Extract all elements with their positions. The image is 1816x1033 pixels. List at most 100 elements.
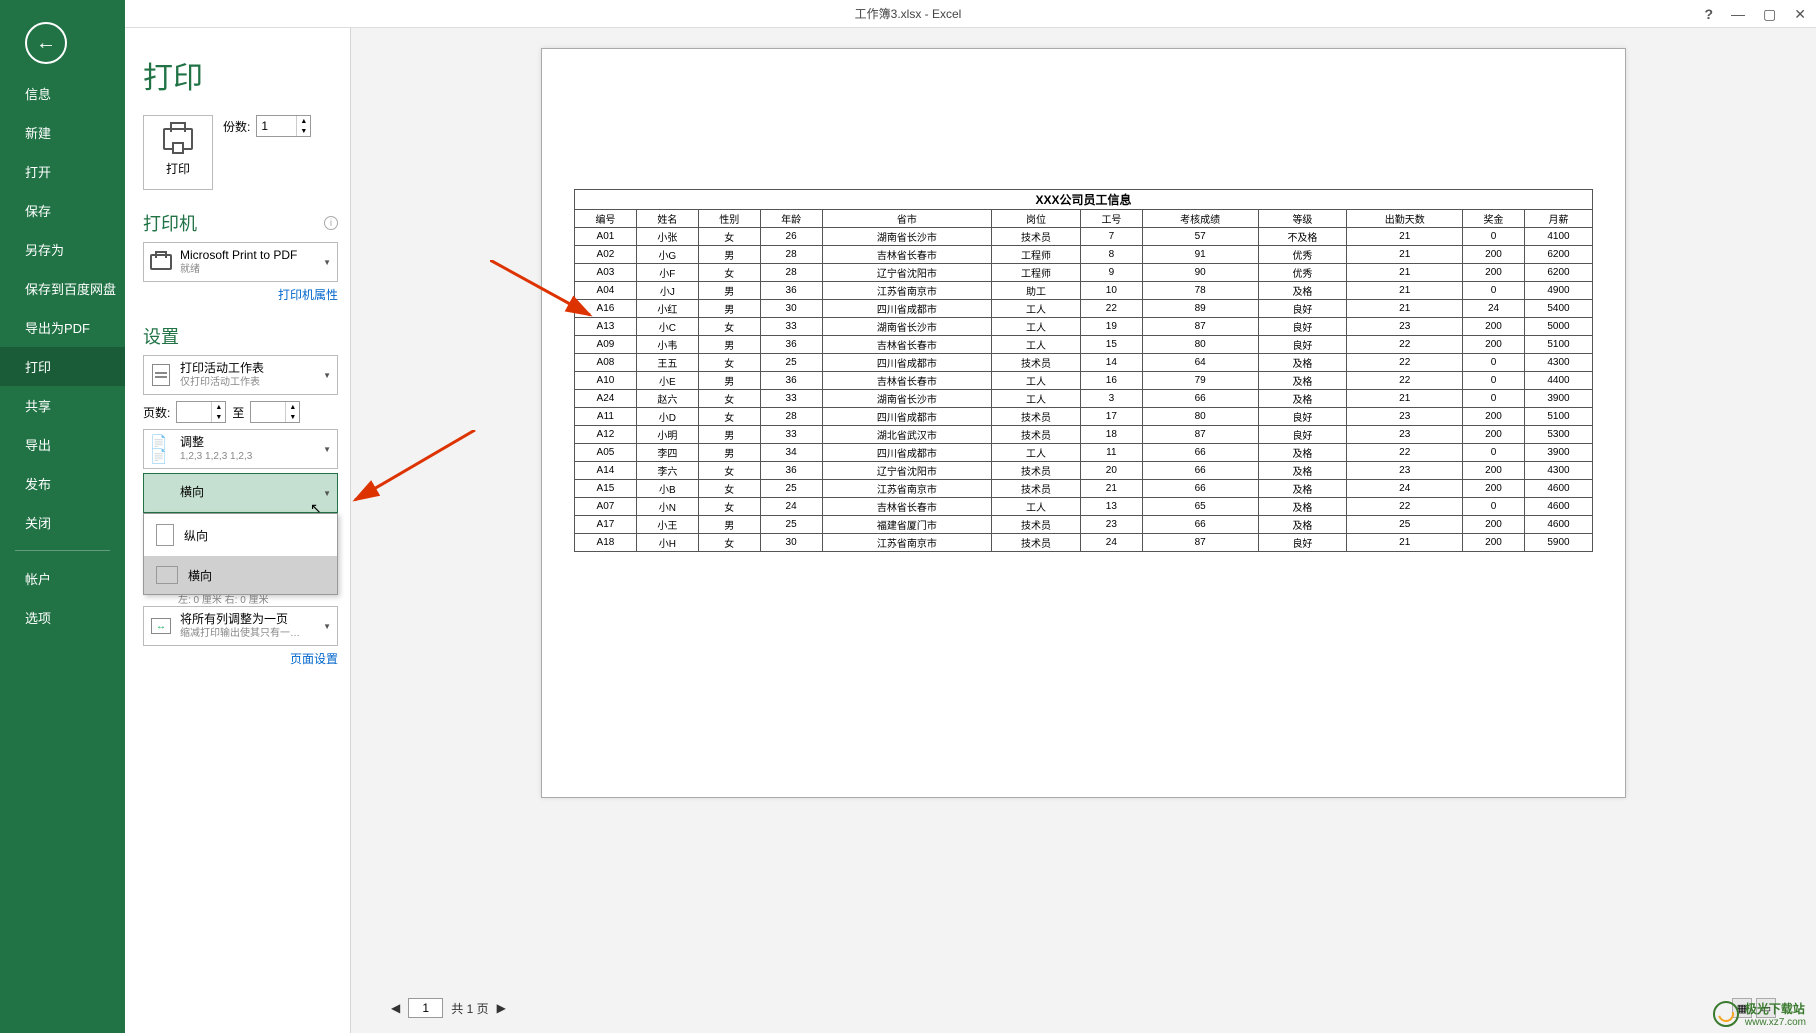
fit-columns-icon bbox=[151, 618, 171, 634]
table-row: A18小H女30江苏省南京市技术员2487良好212005900 bbox=[575, 534, 1593, 552]
printer-name: Microsoft Print to PDF bbox=[180, 248, 319, 264]
table-row: A01小张女26湖南省长沙市技术员757不及格2104100 bbox=[575, 228, 1593, 246]
page-number-input[interactable] bbox=[408, 998, 443, 1018]
copies-input[interactable]: 1 ▲▼ bbox=[256, 115, 311, 137]
next-page-icon[interactable]: ▶ bbox=[497, 1001, 506, 1015]
printer-icon bbox=[163, 128, 193, 150]
sidebar-item-5[interactable]: 保存到百度网盘 bbox=[0, 269, 125, 308]
printer-properties-link[interactable]: 打印机属性 bbox=[143, 286, 338, 303]
table-row: A02小G男28吉林省长春市工程师891优秀212006200 bbox=[575, 246, 1593, 264]
page-heading: 打印 bbox=[143, 53, 338, 97]
window-controls: ? — ▢ ✕ bbox=[1704, 0, 1816, 28]
landscape-icon bbox=[156, 566, 178, 584]
chevron-down-icon: ▼ bbox=[323, 258, 331, 267]
window-title: 工作簿3.xlsx - Excel bbox=[855, 5, 962, 22]
print-what-dropdown[interactable]: 打印活动工作表 仅打印活动工作表 ▼ bbox=[143, 355, 338, 395]
spin-down-icon[interactable]: ▼ bbox=[297, 126, 310, 136]
table-header: 出勤天数 bbox=[1347, 210, 1463, 228]
pages-to-input[interactable]: ▲▼ bbox=[250, 401, 300, 423]
sidebar-item-9[interactable]: 导出 bbox=[0, 425, 125, 464]
maximize-icon[interactable]: ▢ bbox=[1763, 6, 1776, 23]
pages-label: 页数: bbox=[143, 404, 170, 421]
back-button[interactable]: ← bbox=[25, 22, 67, 64]
prev-page-icon[interactable]: ◀ bbox=[391, 1001, 400, 1015]
table-header: 年龄 bbox=[760, 210, 822, 228]
table-row: A17小王男25福建省厦门市技术员2366及格252004600 bbox=[575, 516, 1593, 534]
watermark-url: www.xz7.com bbox=[1745, 1017, 1806, 1028]
sidebar-item-8[interactable]: 共享 bbox=[0, 386, 125, 425]
table-row: A16小红男30四川省成都市工人2289良好21245400 bbox=[575, 300, 1593, 318]
table-header: 工号 bbox=[1080, 210, 1142, 228]
pages-from-input[interactable]: ▲▼ bbox=[176, 401, 226, 423]
sidebar-item-6[interactable]: 导出为PDF bbox=[0, 308, 125, 347]
sidebar-item-10[interactable]: 发布 bbox=[0, 464, 125, 503]
table-row: A13小C女33湖南省长沙市工人1987良好232005000 bbox=[575, 318, 1593, 336]
page-setup-link[interactable]: 页面设置 bbox=[143, 650, 338, 667]
printer-section-title: 打印机 bbox=[143, 210, 197, 236]
pages-to-label: 至 bbox=[232, 404, 244, 421]
sidebar-options[interactable]: 选项 bbox=[0, 598, 125, 637]
chevron-down-icon: ▼ bbox=[323, 489, 331, 498]
minimize-icon[interactable]: — bbox=[1731, 6, 1745, 22]
orientation-dropdown[interactable]: 横向 ▼ bbox=[143, 473, 338, 513]
orientation-popup: 纵向 横向 bbox=[143, 513, 338, 595]
table-header: 省市 bbox=[822, 210, 992, 228]
orientation-current: 横向 bbox=[180, 485, 319, 501]
table-header: 等级 bbox=[1258, 210, 1347, 228]
print-button-label: 打印 bbox=[166, 160, 190, 177]
content-area: 打印 打印 份数: 1 ▲▼ 打印机 i Microsoft Print to … bbox=[125, 28, 1816, 1033]
preview-page: XXX公司员工信息 编号姓名性别年龄省市岗位工号考核成绩等级出勤天数奖金月薪 A… bbox=[541, 48, 1626, 798]
worksheet-icon bbox=[152, 364, 170, 386]
title-bar: 工作簿3.xlsx - Excel ? — ▢ ✕ bbox=[0, 0, 1816, 28]
print-what-sub: 仅打印活动工作表 bbox=[180, 376, 319, 389]
scaling-dropdown[interactable]: 将所有列调整为一页 缩减打印输出使其只有一… ▼ bbox=[143, 606, 338, 646]
table-row: A05李四男34四川省成都市工人1166及格2203900 bbox=[575, 444, 1593, 462]
watermark: 极光下载站 www.xz7.com bbox=[1713, 1000, 1806, 1028]
copies-value: 1 bbox=[261, 119, 268, 133]
print-preview-area: XXX公司员工信息 编号姓名性别年龄省市岗位工号考核成绩等级出勤天数奖金月薪 A… bbox=[350, 28, 1816, 1033]
table-header: 考核成绩 bbox=[1142, 210, 1258, 228]
collate-dropdown[interactable]: 📄📄 调整 1,2,3 1,2,3 1,2,3 ▼ bbox=[143, 429, 338, 469]
printer-dropdown[interactable]: Microsoft Print to PDF 就绪 ▼ bbox=[143, 242, 338, 282]
table-header: 编号 bbox=[575, 210, 637, 228]
backstage-sidebar: ← 信息新建打开保存另存为保存到百度网盘导出为PDF打印共享导出发布关闭 帐户 … bbox=[0, 0, 125, 1033]
orientation-landscape-option[interactable]: 横向 bbox=[144, 556, 337, 594]
sidebar-item-3[interactable]: 保存 bbox=[0, 191, 125, 230]
table-row: A08王五女25四川省成都市技术员1464及格2204300 bbox=[575, 354, 1593, 372]
close-icon[interactable]: ✕ bbox=[1794, 6, 1806, 23]
sidebar-item-0[interactable]: 信息 bbox=[0, 74, 125, 113]
preview-footer: ◀ 共 1 页 ▶ ▦ ▭ bbox=[381, 988, 1786, 1028]
scaling-main: 将所有列调整为一页 bbox=[180, 612, 319, 628]
sidebar-account[interactable]: 帐户 bbox=[0, 559, 125, 598]
table-row: A07小N女24吉林省长春市工人1365及格2204600 bbox=[575, 498, 1593, 516]
table-header: 月薪 bbox=[1524, 210, 1592, 228]
sidebar-item-11[interactable]: 关闭 bbox=[0, 503, 125, 542]
sidebar-item-7[interactable]: 打印 bbox=[0, 347, 125, 386]
collate-icon: 📄📄 bbox=[150, 438, 172, 460]
watermark-name: 极光下载站 bbox=[1745, 1000, 1806, 1017]
table-row: A24赵六女33湖南省长沙市工人366及格2103900 bbox=[575, 390, 1593, 408]
sidebar-item-1[interactable]: 新建 bbox=[0, 113, 125, 152]
chevron-down-icon: ▼ bbox=[323, 445, 331, 454]
sidebar-item-2[interactable]: 打开 bbox=[0, 152, 125, 191]
portrait-icon bbox=[156, 524, 174, 546]
print-button[interactable]: 打印 bbox=[143, 115, 213, 190]
collate-main: 调整 bbox=[180, 435, 319, 451]
table-row: A15小B女25江苏省南京市技术员2166及格242004600 bbox=[575, 480, 1593, 498]
chevron-down-icon: ▼ bbox=[323, 622, 331, 631]
sidebar-item-4[interactable]: 另存为 bbox=[0, 230, 125, 269]
landscape-label: 横向 bbox=[188, 567, 212, 584]
watermark-logo-icon bbox=[1713, 1001, 1739, 1027]
table-header: 奖金 bbox=[1463, 210, 1525, 228]
printer-status: 就绪 bbox=[180, 263, 319, 276]
collate-sub: 1,2,3 1,2,3 1,2,3 bbox=[180, 450, 319, 463]
orientation-portrait-option[interactable]: 纵向 bbox=[144, 514, 337, 556]
preview-table: XXX公司员工信息 编号姓名性别年龄省市岗位工号考核成绩等级出勤天数奖金月薪 A… bbox=[574, 189, 1593, 552]
table-header: 姓名 bbox=[636, 210, 698, 228]
spin-up-icon[interactable]: ▲ bbox=[297, 116, 310, 126]
table-row: A10小E男36吉林省长春市工人1679及格2204400 bbox=[575, 372, 1593, 390]
table-row: A09小韦男36吉林省长春市工人1580良好222005100 bbox=[575, 336, 1593, 354]
info-icon[interactable]: i bbox=[324, 216, 338, 230]
scaling-sub: 缩减打印输出使其只有一… bbox=[180, 627, 319, 640]
help-icon[interactable]: ? bbox=[1704, 6, 1713, 22]
